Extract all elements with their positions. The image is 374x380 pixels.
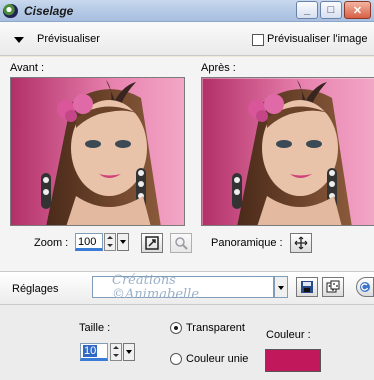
fit-window-icon [145,236,159,250]
zoom-spinner[interactable] [104,233,116,251]
pan-arrows-icon [294,236,308,250]
size-input[interactable]: 10 [80,343,108,361]
save-icon [301,281,313,293]
preview-label[interactable]: Prévisualiser [37,33,100,45]
zoom-dropdown-button[interactable] [117,233,129,251]
reset-icon [360,282,370,292]
pan-label: Panoramique : [211,237,283,249]
after-preview-image[interactable] [201,77,374,226]
save-preset-button[interactable] [296,277,318,297]
zoom-input[interactable]: 100 [75,233,103,251]
pan-button[interactable] [290,233,312,253]
preview-image-label[interactable]: Prévisualiser l'image [267,33,368,45]
reset-button[interactable] [356,277,374,297]
spin-down-icon[interactable] [111,352,121,360]
solid-color-radio[interactable] [170,353,182,365]
color-label: Couleur : [266,329,311,341]
portrait-image [202,78,374,225]
zoom-label: Zoom : [34,237,69,249]
zoom-lens-icon [175,237,188,250]
transparent-radio[interactable] [170,322,182,334]
size-label: Taille : [79,322,111,334]
minimize-button[interactable]: _ [296,1,318,19]
close-button[interactable]: ✕ [344,1,371,19]
maximize-button[interactable]: □ [320,1,342,19]
transparent-label[interactable]: Transparent [186,322,245,334]
zoom-lens-button[interactable] [170,233,192,253]
before-label: Avant : [10,62,45,74]
window-title: Ciselage [24,4,74,18]
settings-label: Réglages [12,283,59,295]
preview-image-checkbox[interactable] [252,34,264,46]
preset-combobox[interactable] [92,276,274,298]
settings-row: Réglages Créations ©Animabelle [0,271,374,305]
random-button[interactable] [322,277,344,297]
solid-color-label[interactable]: Couleur unie [186,353,248,365]
portrait-image [41,80,161,225]
color-swatch[interactable] [265,349,321,372]
size-dropdown-button[interactable] [123,343,135,361]
title-bar: Ciselage _ □ ✕ [0,0,374,22]
dice-icon [326,280,340,293]
before-preview-image[interactable] [10,77,185,226]
dialog-window: Ciselage _ □ ✕ Prévisualiser Prévisualis… [0,0,374,380]
preset-dropdown-button[interactable] [274,276,288,298]
triangle-down-icon[interactable] [14,37,24,43]
preview-panels: Avant : Après : Zoom: 100 Panoramique: [0,57,374,271]
fit-window-button[interactable] [141,233,163,253]
spin-up-icon[interactable] [111,344,121,352]
app-icon [3,4,18,18]
after-label: Après : [201,62,236,74]
options-panel: Taille : 10 Transparent Couleur unie Cou… [0,305,374,380]
spin-down-icon[interactable] [105,242,115,250]
size-spinner[interactable] [110,343,122,361]
size-value: 10 [83,345,98,357]
spin-up-icon[interactable] [105,234,115,242]
preview-header: Prévisualiser Prévisualiser l'image [0,22,374,56]
